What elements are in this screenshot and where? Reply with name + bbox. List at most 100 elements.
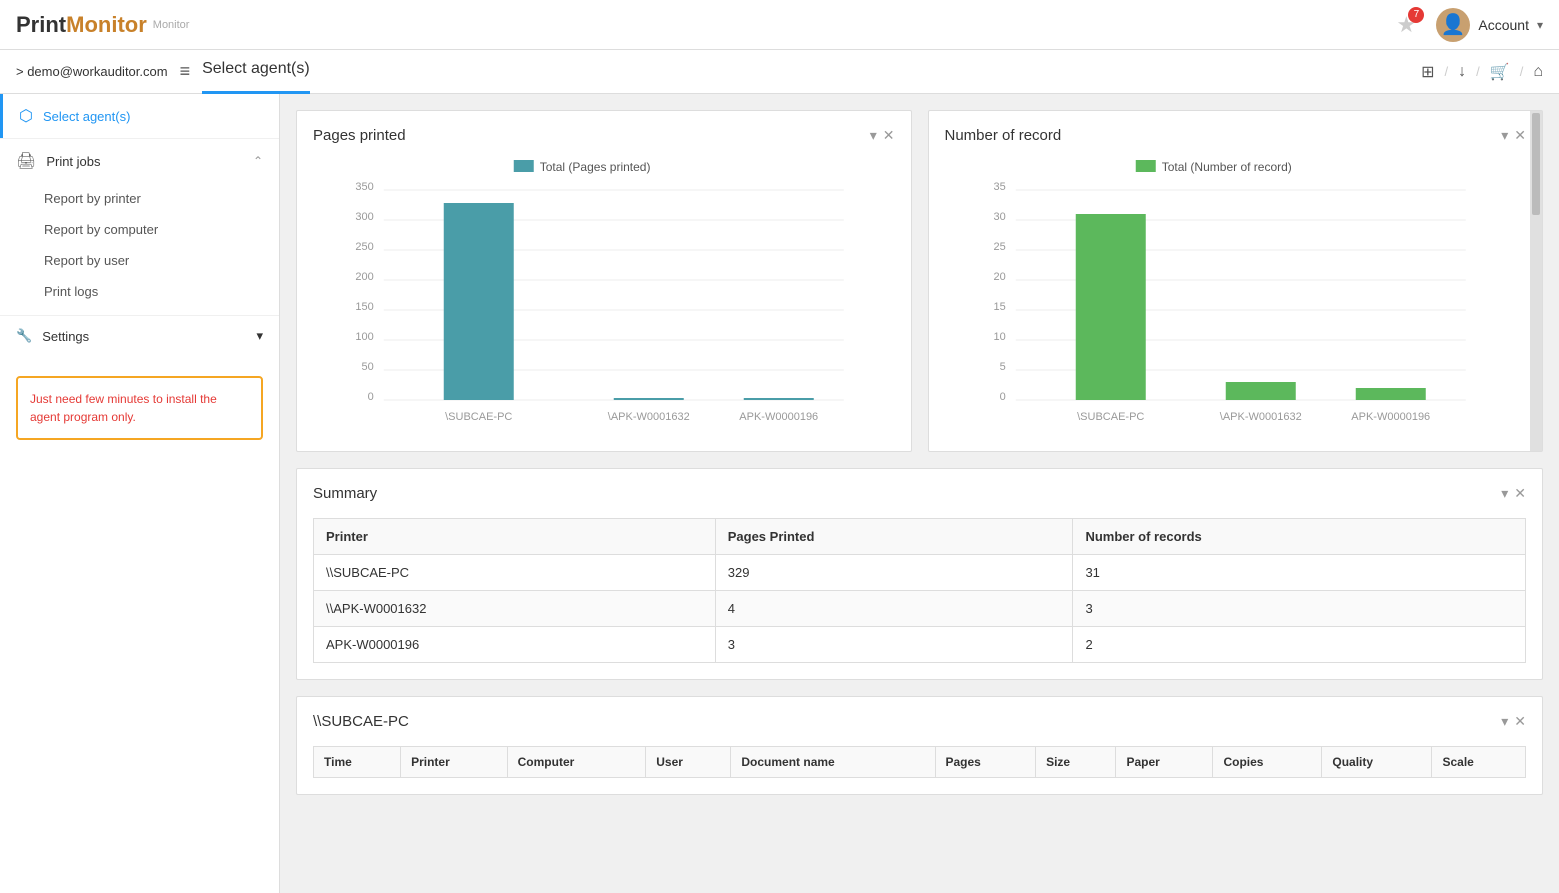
- row3-records: 2: [1073, 627, 1526, 663]
- sub-header-left: > demo@workauditor.com ≡ Select agent(s): [16, 50, 310, 94]
- home-icon-button[interactable]: ⌂: [1533, 63, 1543, 81]
- avatar-icon: 👤: [1441, 12, 1466, 37]
- content-area: Pages printed ▾ ✕ Total (Pages printed) …: [280, 94, 1559, 893]
- print-jobs-collapse-icon: ⌃: [253, 154, 263, 168]
- summary-col-printer: Printer: [314, 519, 716, 555]
- subcae-card: \\SUBCAE-PC ▾ ✕ Time Printer Computer Us…: [296, 696, 1543, 795]
- number-of-record-card: Number of record ▾ ✕ Total (Number of re…: [928, 110, 1544, 452]
- print-jobs-sub-items: Report by printer Report by computer Rep…: [0, 183, 279, 315]
- pages-printed-collapse-button[interactable]: ▾: [870, 127, 877, 144]
- select-agents-icon: ⬡: [19, 106, 33, 126]
- avatar: 👤: [1436, 8, 1470, 42]
- print-jobs-header[interactable]: 🖨 Print jobs ⌃: [0, 139, 279, 183]
- download-icon-button[interactable]: ↓: [1458, 63, 1466, 81]
- summary-collapse-button[interactable]: ▾: [1501, 485, 1508, 502]
- subcae-title: \\SUBCAE-PC: [313, 713, 409, 730]
- row2-pages: 4: [715, 591, 1073, 627]
- svg-text:20: 20: [993, 271, 1005, 283]
- row1-pages: 329: [715, 555, 1073, 591]
- settings-icon: 🔧: [16, 328, 32, 344]
- sub-header-right: ⊞ / ↓ / 🛒 / ⌂: [1421, 62, 1543, 82]
- row1-printer: \\SUBCAE-PC: [314, 555, 716, 591]
- demo-user-link[interactable]: > demo@workauditor.com: [16, 64, 168, 79]
- row3-printer: APK-W0000196: [314, 627, 716, 663]
- select-agents-label: Select agent(s): [43, 109, 130, 124]
- svg-text:200: 200: [355, 271, 373, 283]
- summary-col-records: Number of records: [1073, 519, 1526, 555]
- info-box: Just need few minutes to install the age…: [16, 376, 263, 440]
- scroll-thumb[interactable]: [1532, 113, 1540, 215]
- svg-text:0: 0: [368, 391, 374, 403]
- subcae-col-docname: Document name: [731, 747, 935, 778]
- subcae-col-printer: Printer: [401, 747, 508, 778]
- summary-card: Summary ▾ ✕ Printer Pages Printed Number…: [296, 468, 1543, 680]
- svg-text:5: 5: [999, 361, 1005, 373]
- subcae-col-quality: Quality: [1322, 747, 1432, 778]
- svg-text:100: 100: [355, 331, 373, 343]
- number-of-record-close-button[interactable]: ✕: [1514, 127, 1526, 144]
- settings-label: Settings: [42, 329, 89, 344]
- svg-text:Total (Pages printed): Total (Pages printed): [540, 160, 651, 174]
- row2-printer: \\APK-W0001632: [314, 591, 716, 627]
- pages-printed-title: Pages printed: [313, 127, 406, 144]
- print-jobs-icon: 🖨: [16, 151, 36, 171]
- table-row: APK-W0000196 3 2: [314, 627, 1526, 663]
- svg-text:APK-W0000196: APK-W0000196: [739, 411, 818, 423]
- number-of-record-collapse-button[interactable]: ▾: [1501, 127, 1508, 144]
- account-area[interactable]: 👤 Account ▾: [1436, 8, 1543, 42]
- svg-text:250: 250: [355, 241, 373, 253]
- subcae-table: Time Printer Computer User Document name…: [313, 746, 1526, 778]
- sidebar-item-select-agents[interactable]: ⬡ Select agent(s): [0, 94, 279, 138]
- pages-printed-header: Pages printed ▾ ✕: [313, 127, 895, 144]
- subcae-col-size: Size: [1036, 747, 1116, 778]
- subcae-header: \\SUBCAE-PC ▾ ✕: [313, 713, 1526, 730]
- page-title-area: Select agent(s): [202, 50, 310, 94]
- svg-text:\SUBCAE-PC: \SUBCAE-PC: [1077, 411, 1144, 423]
- svg-text:350: 350: [355, 181, 373, 193]
- header-right: ★ 7 👤 Account ▾: [1388, 7, 1543, 43]
- summary-close-button[interactable]: ✕: [1514, 485, 1526, 502]
- subcae-close-button[interactable]: ✕: [1514, 713, 1526, 730]
- svg-text:25: 25: [993, 241, 1005, 253]
- row3-pages: 3: [715, 627, 1073, 663]
- logo-print: Print: [16, 12, 66, 38]
- pages-printed-chart: Total (Pages printed) 0 50 100 150 200 2…: [313, 152, 895, 435]
- sidebar-item-report-printer[interactable]: Report by printer: [0, 183, 279, 214]
- row1-records: 31: [1073, 555, 1526, 591]
- sidebar-item-print-logs[interactable]: Print logs: [0, 276, 279, 307]
- sidebar-section-settings[interactable]: 🔧 Settings ▾: [0, 315, 279, 356]
- svg-text:\SUBCAE-PC: \SUBCAE-PC: [445, 411, 512, 423]
- pages-printed-card: Pages printed ▾ ✕ Total (Pages printed) …: [296, 110, 912, 452]
- sidebar-item-report-computer[interactable]: Report by computer: [0, 214, 279, 245]
- print-jobs-label: Print jobs: [46, 154, 100, 169]
- right-scrollbar[interactable]: [1530, 111, 1542, 451]
- subcae-collapse-button[interactable]: ▾: [1501, 713, 1508, 730]
- row2-records: 3: [1073, 591, 1526, 627]
- chevron-down-icon: ▾: [1537, 18, 1543, 32]
- pages-printed-close-button[interactable]: ✕: [883, 127, 895, 144]
- number-of-record-header: Number of record ▾ ✕: [945, 127, 1527, 144]
- sidebar-item-report-user[interactable]: Report by user: [0, 245, 279, 276]
- cart-icon-button[interactable]: 🛒: [1490, 62, 1510, 82]
- svg-text:\APK-W0001632: \APK-W0001632: [608, 411, 690, 423]
- summary-table: Printer Pages Printed Number of records …: [313, 518, 1526, 663]
- hamburger-button[interactable]: ≡: [180, 61, 191, 82]
- logo-subtitle: Monitor: [153, 19, 190, 31]
- account-label: Account: [1478, 17, 1529, 33]
- subcae-col-paper: Paper: [1116, 747, 1213, 778]
- logo-monitor: Monitor: [66, 12, 147, 38]
- notifications-button[interactable]: ★ 7: [1388, 7, 1424, 43]
- sidebar-section-print-jobs: 🖨 Print jobs ⌃ Report by printer Report …: [0, 138, 279, 315]
- summary-col-pages: Pages Printed: [715, 519, 1073, 555]
- svg-text:300: 300: [355, 211, 373, 223]
- svg-text:50: 50: [362, 361, 374, 373]
- svg-text:15: 15: [993, 301, 1005, 313]
- subcae-col-copies: Copies: [1213, 747, 1322, 778]
- windows-icon-button[interactable]: ⊞: [1421, 62, 1434, 82]
- sub-header: > demo@workauditor.com ≡ Select agent(s)…: [0, 50, 1559, 94]
- svg-text:35: 35: [993, 181, 1005, 193]
- charts-row: Pages printed ▾ ✕ Total (Pages printed) …: [296, 110, 1543, 452]
- summary-header: Summary ▾ ✕: [313, 485, 1526, 502]
- main-layout: ⬡ Select agent(s) 🖨 Print jobs ⌃ Report …: [0, 94, 1559, 893]
- subcae-col-scale: Scale: [1432, 747, 1526, 778]
